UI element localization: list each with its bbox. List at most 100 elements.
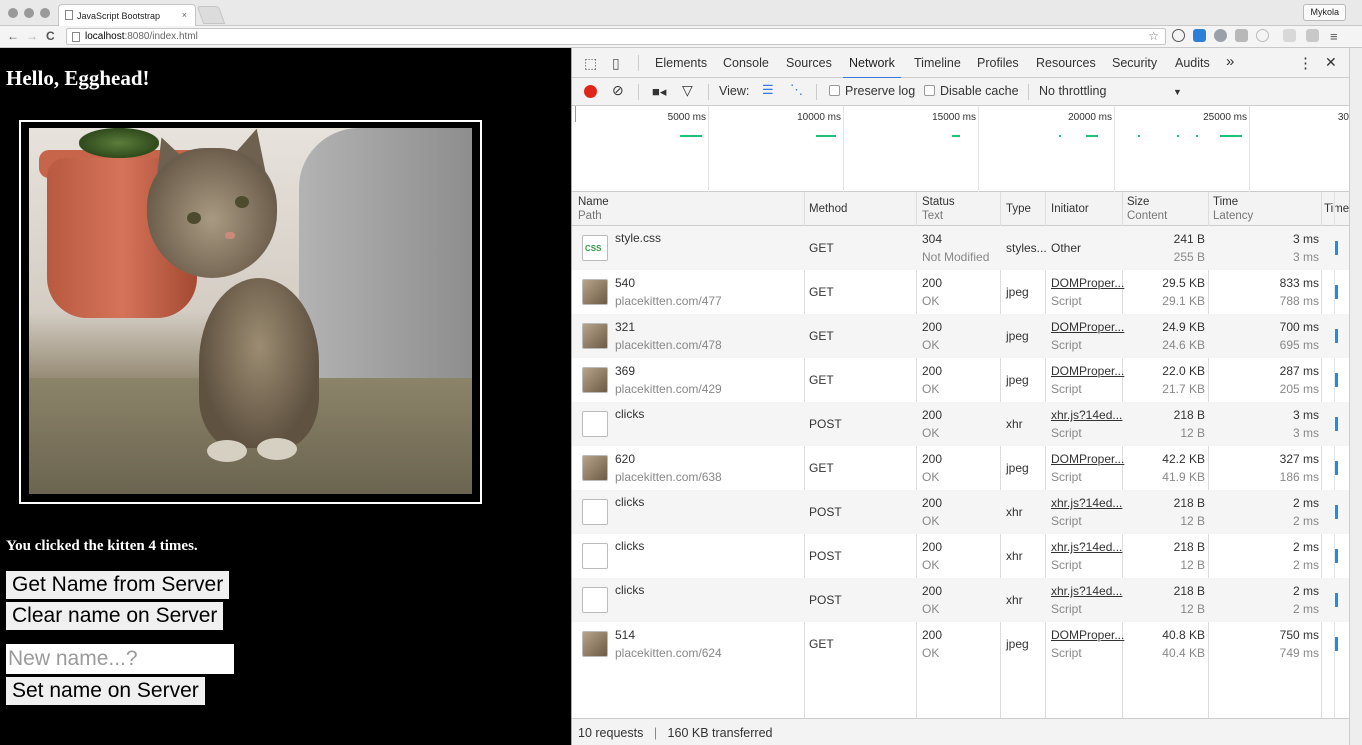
column-size[interactable]: Size Content — [1127, 195, 1167, 223]
request-name-cell[interactable]: 540 placekitten.com/477 — [615, 274, 722, 310]
request-initiator-cell[interactable]: DOMProper... Script — [1051, 450, 1124, 486]
request-initiator[interactable]: xhr.js?14ed... — [1051, 496, 1122, 510]
tab-security[interactable]: Security — [1112, 56, 1157, 70]
capture-screenshots-icon[interactable]: ■◂ — [652, 84, 666, 100]
devtools-menu-icon[interactable]: ⋮ — [1298, 54, 1313, 72]
minimize-window-dot[interactable] — [24, 8, 34, 18]
tab-sources[interactable]: Sources — [786, 56, 832, 70]
preserve-log-checkbox[interactable]: Preserve log — [829, 84, 915, 98]
clear-name-button[interactable]: Clear name on Server — [6, 602, 224, 630]
profile-button[interactable]: Mykola — [1303, 4, 1346, 21]
info-extension-icon[interactable] — [1172, 29, 1185, 42]
kitten-image-frame[interactable] — [19, 120, 482, 504]
set-name-button[interactable]: Set name on Server — [6, 677, 205, 705]
request-initiator[interactable]: DOMProper... — [1051, 364, 1124, 378]
column-initiator[interactable]: Initiator — [1051, 202, 1089, 216]
large-rows-icon[interactable]: ☰ — [762, 82, 774, 98]
kitten-image[interactable] — [29, 128, 472, 494]
clear-icon[interactable]: ⊘ — [612, 82, 624, 99]
extension-icon[interactable] — [1306, 29, 1319, 42]
request-initiator[interactable]: DOMProper... — [1051, 320, 1124, 334]
request-initiator[interactable]: xhr.js?14ed... — [1051, 408, 1122, 422]
request-initiator[interactable]: xhr.js?14ed... — [1051, 540, 1122, 554]
request-initiator-cell[interactable]: Other — [1051, 239, 1081, 257]
network-overview[interactable]: 5000 ms 10000 ms 15000 ms 20000 ms 25000… — [572, 106, 1362, 192]
table-row[interactable]: 321 placekitten.com/478 GET 200 OK jpeg DOMPro… — [572, 314, 1362, 358]
request-name-cell[interactable]: clicks — [615, 537, 644, 555]
new-name-input[interactable] — [6, 644, 234, 674]
tab-profiles[interactable]: Profiles — [977, 56, 1019, 70]
request-name-cell[interactable]: clicks — [615, 405, 644, 423]
disable-cache-checkbox[interactable]: Disable cache — [924, 84, 1019, 98]
browser-tab[interactable]: JavaScript Bootstrap × — [58, 4, 196, 26]
tab-close-icon[interactable]: × — [182, 10, 187, 20]
request-name-cell[interactable]: 620 placekitten.com/638 — [615, 450, 722, 486]
extension-icon[interactable] — [1256, 29, 1269, 42]
tab-timeline[interactable]: Timeline — [914, 56, 961, 70]
extension-icon[interactable] — [1193, 29, 1206, 42]
request-initiator-cell[interactable]: DOMProper... Script — [1051, 626, 1124, 662]
request-initiator-cell[interactable]: DOMProper... Script — [1051, 362, 1124, 398]
column-time[interactable]: Time Latency — [1213, 195, 1253, 223]
extension-icon[interactable] — [1235, 29, 1248, 42]
request-name-cell[interactable]: style.css — [615, 229, 661, 247]
inspect-element-icon[interactable]: ⬚ — [584, 55, 597, 72]
request-name-cell[interactable]: 321 placekitten.com/478 — [615, 318, 722, 354]
get-name-button[interactable]: Get Name from Server — [6, 571, 230, 599]
overview-waterfall-icon[interactable]: ⋱ — [790, 82, 803, 98]
new-tab-button[interactable] — [196, 6, 226, 24]
table-row[interactable]: clicks POST 200 OK xhr xhr.js?14ed... Script 21… — [572, 534, 1362, 578]
request-initiator-cell[interactable]: DOMProper... Script — [1051, 318, 1124, 354]
reload-icon[interactable]: C — [46, 29, 55, 43]
request-name-cell[interactable]: clicks — [615, 581, 644, 599]
column-method[interactable]: Method — [809, 202, 847, 216]
record-icon[interactable] — [584, 85, 597, 98]
close-window-dot[interactable] — [8, 8, 18, 18]
request-name-cell[interactable]: 369 placekitten.com/429 — [615, 362, 722, 398]
bookmark-star-icon[interactable]: ☆ — [1148, 29, 1159, 43]
filter-icon[interactable]: ▽ — [682, 82, 693, 99]
tab-audits[interactable]: Audits — [1175, 56, 1210, 70]
table-row[interactable]: clicks POST 200 OK xhr xhr.js?14ed... Script 21… — [572, 402, 1362, 446]
tab-network[interactable]: Network — [843, 56, 901, 79]
column-status[interactable]: Status Text — [922, 195, 955, 223]
device-mode-icon[interactable]: ▯ — [612, 55, 620, 72]
request-initiator[interactable]: DOMProper... — [1051, 628, 1124, 642]
request-initiator[interactable]: DOMProper... — [1051, 452, 1124, 466]
column-timeline[interactable]: Timel — [1324, 202, 1352, 216]
back-arrow-icon[interactable]: ← — [7, 29, 19, 43]
tab-elements[interactable]: Elements — [655, 56, 707, 70]
request-initiator-cell[interactable]: xhr.js?14ed... Script — [1051, 582, 1122, 618]
table-row[interactable]: clicks POST 200 OK xhr xhr.js?14ed... Script 21… — [572, 578, 1362, 622]
table-row[interactable]: 514 placekitten.com/624 GET 200 OK jpeg DOMPro… — [572, 622, 1362, 666]
checkbox-box[interactable] — [924, 85, 935, 96]
column-name[interactable]: Name Path — [578, 195, 609, 223]
table-row[interactable]: clicks POST 200 OK xhr xhr.js?14ed... Script 21… — [572, 490, 1362, 534]
url-field[interactable]: localhost:8080/index.html ☆ — [66, 28, 1166, 45]
request-name-cell[interactable]: clicks — [615, 493, 644, 511]
checkbox-box[interactable] — [829, 85, 840, 96]
table-row[interactable]: 540 placekitten.com/477 GET 200 OK jpeg DOMPro… — [572, 270, 1362, 314]
table-row[interactable]: 620 placekitten.com/638 GET 200 OK jpeg DOMPro… — [572, 446, 1362, 490]
request-name-cell[interactable]: 514 placekitten.com/624 — [615, 626, 722, 662]
extension-icon[interactable] — [1283, 29, 1296, 42]
request-initiator-cell[interactable]: xhr.js?14ed... Script — [1051, 494, 1122, 530]
request-initiator[interactable]: xhr.js?14ed... — [1051, 584, 1122, 598]
chevron-down-icon[interactable]: ▼ — [1173, 87, 1182, 97]
request-initiator[interactable]: Other — [1051, 241, 1081, 255]
more-tabs-icon[interactable]: » — [1226, 53, 1234, 70]
table-row[interactable]: 369 placekitten.com/429 GET 200 OK jpeg DOMPro… — [572, 358, 1362, 402]
request-initiator-cell[interactable]: xhr.js?14ed... Script — [1051, 406, 1122, 442]
throttling-select[interactable]: No throttling — [1039, 84, 1106, 98]
table-row[interactable]: CSS style.css GET 304 Not Modified styles... O… — [572, 226, 1362, 270]
tab-console[interactable]: Console — [723, 56, 769, 70]
request-initiator[interactable]: DOMProper... — [1051, 276, 1124, 290]
zoom-window-dot[interactable] — [40, 8, 50, 18]
request-initiator-cell[interactable]: xhr.js?14ed... Script — [1051, 538, 1122, 574]
browser-menu-icon[interactable]: ≡ — [1330, 29, 1338, 44]
request-initiator-cell[interactable]: DOMProper... Script — [1051, 274, 1124, 310]
tab-resources[interactable]: Resources — [1036, 56, 1096, 70]
devtools-close-icon[interactable]: ✕ — [1325, 54, 1337, 71]
extension-icon[interactable] — [1214, 29, 1227, 42]
column-type[interactable]: Type — [1006, 202, 1031, 216]
